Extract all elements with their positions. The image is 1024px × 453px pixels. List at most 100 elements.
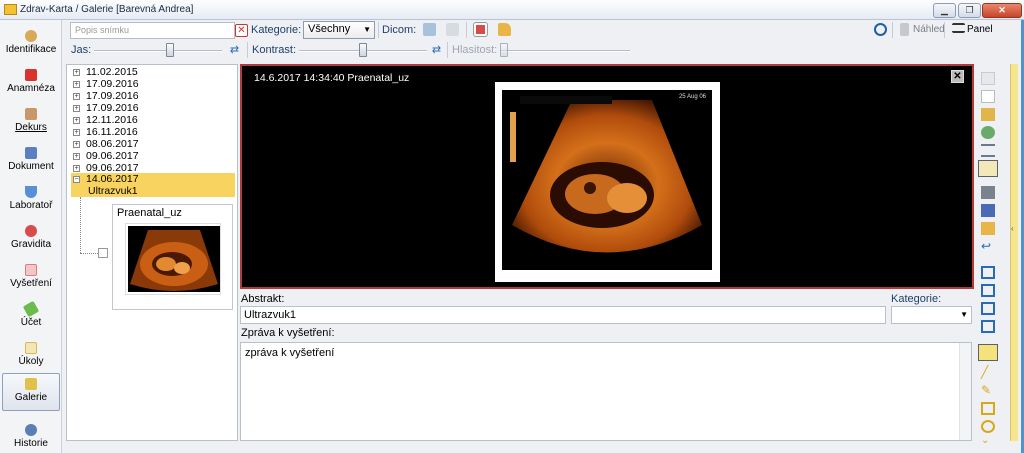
dicom-copy-icon[interactable] bbox=[446, 23, 459, 36]
layout-quad-icon[interactable] bbox=[981, 302, 995, 315]
line-tool-icon[interactable]: ╱ bbox=[981, 366, 995, 379]
photo-date: 25 Aug 06 bbox=[678, 94, 706, 100]
pen-tool-icon[interactable]: ✎ bbox=[981, 384, 995, 397]
sidebar-item-gravidita[interactable]: Gravidita bbox=[2, 221, 60, 257]
tree-node-selected-name[interactable]: Ultrazvuk1 bbox=[71, 185, 235, 197]
expand-icon[interactable]: + bbox=[73, 117, 80, 124]
restore-button[interactable]: ❐ bbox=[958, 3, 981, 18]
side-panel-strip[interactable]: ‹ bbox=[1010, 64, 1018, 441]
zprava-textarea[interactable]: zpráva k vyšetření bbox=[240, 342, 972, 441]
cross-icon bbox=[25, 69, 37, 81]
menu-icon[interactable] bbox=[952, 23, 965, 33]
search-input[interactable]: Popis snímku bbox=[70, 22, 235, 39]
jas-label: Jas: bbox=[71, 44, 92, 56]
money-icon bbox=[22, 300, 40, 318]
layout-grid-icon[interactable] bbox=[981, 320, 995, 333]
globe-icon bbox=[25, 424, 37, 436]
detail-kategorie-label: Kategorie: bbox=[891, 293, 942, 305]
blank-page-icon[interactable] bbox=[981, 90, 995, 103]
gallery-icon bbox=[25, 378, 37, 390]
expand-icon[interactable]: + bbox=[73, 153, 80, 160]
clear-search-icon[interactable]: ✕ bbox=[235, 24, 248, 37]
detail-kategorie-select[interactable]: ▼ bbox=[891, 306, 972, 324]
undo-icon[interactable]: ↩ bbox=[981, 240, 995, 253]
more-tools-icon[interactable]: ⌄ bbox=[981, 436, 995, 449]
expand-icon[interactable]: + bbox=[73, 105, 80, 112]
abstrakt-field[interactable]: Ultrazvuk1 bbox=[240, 306, 886, 324]
scan-icon[interactable] bbox=[981, 204, 995, 217]
tree-node-date[interactable]: +17.09.2016 bbox=[73, 90, 139, 102]
sidebar-item-identifikace[interactable]: Identifikace bbox=[2, 26, 60, 62]
nahled-button[interactable]: Náhled bbox=[913, 23, 945, 37]
tree-node-date[interactable]: +11.02.2015 bbox=[73, 66, 138, 78]
layout-rows-icon[interactable] bbox=[981, 284, 995, 297]
sidebar-item-galerie[interactable]: Galerie bbox=[2, 373, 60, 411]
hand-tool-icon[interactable] bbox=[978, 344, 998, 361]
app-icon bbox=[4, 4, 17, 15]
kontrast-slider-thumb[interactable] bbox=[359, 43, 367, 57]
hlasitost-slider[interactable] bbox=[500, 50, 630, 52]
zprava-label: Zpráva k vyšetření: bbox=[241, 327, 335, 339]
sidebar-item-laborator[interactable]: Laboratoř bbox=[2, 182, 60, 218]
separator bbox=[247, 42, 248, 58]
abstrakt-label: Abstrakt: bbox=[241, 293, 285, 305]
notes-icon[interactable] bbox=[978, 160, 998, 177]
print-icon[interactable] bbox=[981, 186, 995, 199]
tree-node-date[interactable]: +17.09.2016 bbox=[73, 102, 139, 114]
toolbar-adjust: Jas: ⇄ Kontrast: ⇄ Hlasitost: bbox=[66, 40, 1018, 60]
expand-icon[interactable]: + bbox=[73, 81, 80, 88]
image-select-checkbox[interactable] bbox=[98, 248, 108, 258]
reset-jas-icon[interactable]: ⇄ bbox=[228, 44, 241, 57]
hlasitost-slider-thumb[interactable] bbox=[500, 43, 508, 57]
sidebar-item-dekurs[interactable]: Dekurs bbox=[2, 104, 60, 140]
thumbnail-ultrasound-svg bbox=[128, 226, 220, 292]
jas-slider[interactable] bbox=[94, 50, 222, 52]
minimize-button[interactable]: ▁ bbox=[933, 3, 956, 18]
tree-node-date[interactable]: +09.06.2017 bbox=[73, 150, 139, 162]
folder-icon[interactable] bbox=[981, 222, 995, 235]
folder-open-icon[interactable] bbox=[498, 23, 511, 36]
thumbnail-card[interactable]: Praenatal_uz bbox=[112, 204, 233, 310]
tree-node-date[interactable]: +12.11.2016 bbox=[73, 114, 138, 126]
sidebar-item-dokument[interactable]: Dokument bbox=[2, 143, 60, 179]
preview-icon[interactable] bbox=[900, 23, 909, 36]
refresh-icon[interactable] bbox=[874, 23, 887, 36]
kategorie-select[interactable]: Všechny ▼ bbox=[303, 21, 375, 39]
sidebar-item-anamneza[interactable]: Anamnéza bbox=[2, 65, 60, 101]
people-icon[interactable] bbox=[981, 126, 995, 139]
rectangle-tool-icon[interactable] bbox=[981, 402, 995, 415]
tree-node-selected-date[interactable]: −14.06.2017 bbox=[71, 173, 235, 185]
viewer-close-button[interactable]: ✕ bbox=[951, 70, 964, 83]
sidebar-item-ukoly[interactable]: Úkoly bbox=[2, 338, 60, 374]
expand-icon[interactable]: + bbox=[73, 69, 80, 76]
image-viewer: 14.6.2017 14:34:40 Praenatal_uz ✕ 25 Aug… bbox=[240, 64, 974, 289]
ellipse-tool-icon[interactable] bbox=[981, 420, 995, 433]
panel-button[interactable]: Panel bbox=[967, 23, 993, 37]
expand-icon[interactable]: + bbox=[73, 129, 80, 136]
tree-node-date[interactable]: +17.09.2016 bbox=[73, 78, 139, 90]
collapse-icon[interactable]: − bbox=[73, 176, 80, 183]
close-button[interactable]: ✕ bbox=[982, 3, 1022, 18]
dicom-import-icon[interactable] bbox=[423, 23, 436, 36]
window-title: Zdrav-Karta / Galerie [Barevná Andrea] bbox=[20, 4, 194, 15]
expand-icon[interactable]: + bbox=[73, 141, 80, 148]
ultrasound-photo: 25 Aug 06 bbox=[495, 82, 720, 282]
image-edit-icon[interactable] bbox=[473, 22, 488, 37]
tree-node-date[interactable]: +08.06.2017 bbox=[73, 138, 139, 150]
list-icon[interactable] bbox=[981, 144, 995, 157]
sidebar-item-vysetreni[interactable]: Vyšetření bbox=[2, 260, 60, 296]
sidebar-item-ucet[interactable]: Účet bbox=[2, 299, 60, 335]
expand-icon[interactable]: + bbox=[73, 93, 80, 100]
jas-slider-thumb[interactable] bbox=[166, 43, 174, 57]
reset-kontrast-icon[interactable]: ⇄ bbox=[430, 44, 443, 57]
document-icon bbox=[25, 147, 37, 159]
scrollbar[interactable] bbox=[959, 343, 971, 440]
layout-columns-icon[interactable] bbox=[981, 266, 995, 279]
sidebar-item-historie[interactable]: Historie bbox=[2, 420, 60, 453]
tree-node-date[interactable]: +16.11.2016 bbox=[73, 126, 138, 138]
brush-icon[interactable] bbox=[981, 108, 995, 121]
flask-icon bbox=[25, 186, 37, 198]
separator bbox=[447, 42, 448, 58]
expand-icon[interactable]: + bbox=[73, 165, 80, 172]
page-icon[interactable] bbox=[981, 72, 995, 85]
